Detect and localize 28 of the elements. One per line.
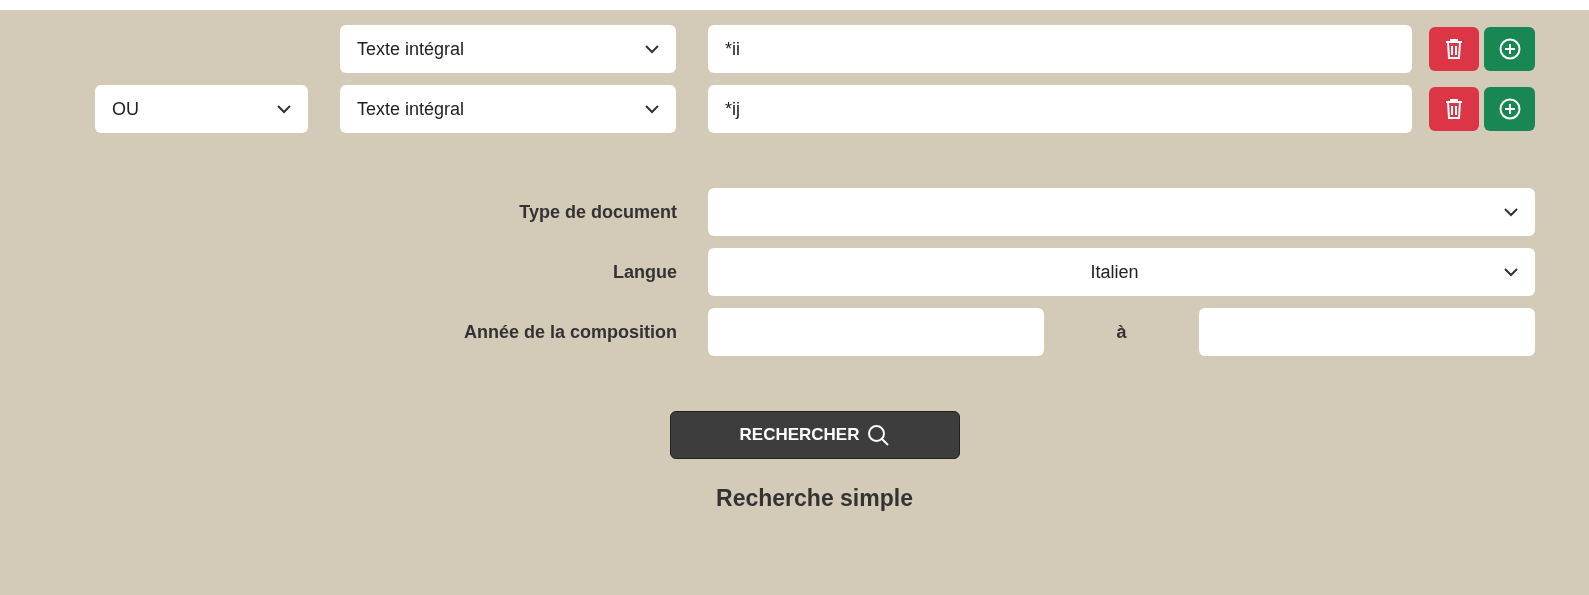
add-button[interactable]: [1484, 27, 1535, 71]
field-select[interactable]: Texte intégral: [340, 85, 676, 133]
chevron-down-icon: [277, 104, 291, 114]
simple-search-link[interactable]: Recherche simple: [716, 481, 913, 516]
filter-label: Langue: [612, 260, 677, 284]
plus-circle-icon: [1498, 98, 1521, 120]
add-button[interactable]: [1484, 87, 1535, 131]
search-text-field[interactable]: *ii: [708, 25, 1412, 73]
filter-label: Type de document: [518, 200, 677, 224]
year-to-field[interactable]: [1199, 308, 1535, 356]
trash-icon: [1444, 98, 1464, 120]
trash-icon: [1444, 38, 1464, 60]
plus-circle-icon: [1498, 38, 1521, 60]
range-separator: à: [1115, 320, 1128, 344]
filter-label: Année de la composition: [462, 320, 677, 344]
search-icon: [867, 424, 890, 446]
search-button[interactable]: RECHERCHER: [669, 411, 960, 459]
chevron-down-icon: [645, 104, 659, 114]
search-text-field[interactable]: *ij: [708, 85, 1412, 133]
year-from-field[interactable]: [708, 308, 1044, 356]
delete-button[interactable]: [1429, 27, 1479, 71]
chevron-down-icon: [645, 44, 659, 54]
operator-select[interactable]: OU: [95, 85, 308, 133]
filter-select[interactable]: Italien: [708, 248, 1535, 296]
chevron-down-icon: [1504, 207, 1518, 217]
field-select[interactable]: Texte intégral: [340, 25, 676, 73]
delete-button[interactable]: [1429, 87, 1479, 131]
chevron-down-icon: [1504, 267, 1518, 277]
